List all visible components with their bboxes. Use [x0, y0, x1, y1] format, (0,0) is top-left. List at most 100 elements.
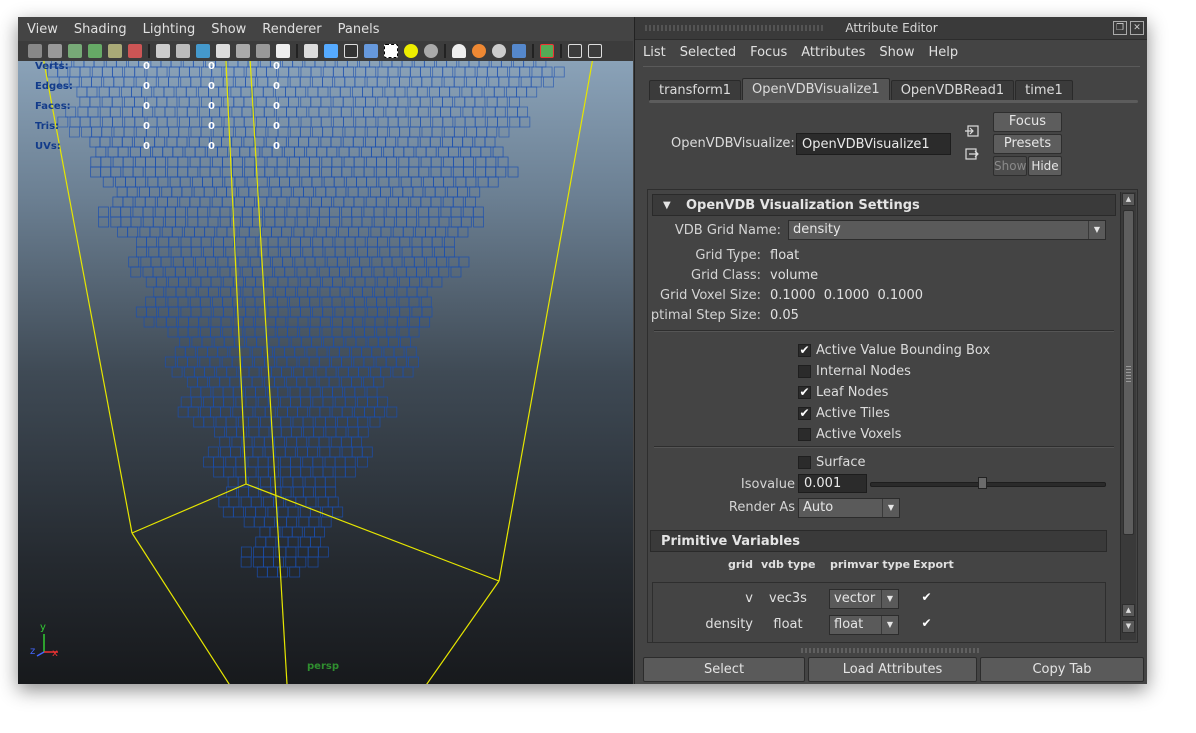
- menu-attributes[interactable]: Attributes: [793, 45, 871, 60]
- voxel-cell: [325, 186, 337, 198]
- section-header-primitive-variables[interactable]: Primitive Variables: [650, 530, 1107, 552]
- all-lights-icon[interactable]: [424, 44, 438, 58]
- isolate-select-icon[interactable]: [540, 44, 554, 58]
- load-attributes-button[interactable]: Load Attributes: [808, 657, 977, 682]
- focus-button[interactable]: Focus: [993, 112, 1062, 132]
- presets-button[interactable]: Presets: [993, 134, 1062, 154]
- internal-nodes-checkbox[interactable]: [798, 365, 811, 378]
- viewport-menu-panels[interactable]: Panels: [329, 22, 387, 37]
- textured-icon[interactable]: [344, 44, 358, 58]
- scroll-up-icon[interactable]: ▲: [1122, 604, 1135, 617]
- voxel-cell: [313, 426, 325, 438]
- voxel-cell: [314, 476, 326, 488]
- focus-output-icon[interactable]: [965, 148, 979, 160]
- section-header-visualization[interactable]: ▼ OpenVDB Visualization Settings: [652, 194, 1116, 216]
- backface-icon[interactable]: [256, 44, 270, 58]
- focus-input-icon[interactable]: [965, 125, 979, 137]
- voxel-cell: [464, 116, 476, 128]
- select-camera-icon[interactable]: [28, 44, 42, 58]
- pane-resize-grip[interactable]: [801, 648, 981, 653]
- voxel-cell: [431, 126, 443, 138]
- viewport-menu-renderer[interactable]: Renderer: [253, 22, 328, 37]
- attributes-scroll-area[interactable]: ▼ OpenVDB Visualization Settings VDB Gri…: [647, 189, 1138, 643]
- tab-time1[interactable]: time1: [1015, 80, 1073, 101]
- isovalue-slider-track[interactable]: [870, 482, 1106, 487]
- shaded-cube-icon[interactable]: [324, 44, 338, 58]
- active-tiles-checkbox[interactable]: ✔: [798, 407, 811, 420]
- motion-blur-icon[interactable]: [492, 44, 506, 58]
- hud-label-faces: Faces:: [35, 101, 71, 112]
- xray-icon[interactable]: [216, 44, 230, 58]
- drag-grip[interactable]: [645, 25, 825, 31]
- attributes-scrollbar[interactable]: ▲ ▲ ▼: [1120, 192, 1136, 640]
- viewport-menu-view[interactable]: View: [18, 22, 65, 37]
- primvar-type-select[interactable]: vector ▼: [829, 589, 899, 609]
- voxel-cell: [396, 216, 407, 228]
- voxel-cell: [329, 206, 340, 218]
- menu-help[interactable]: Help: [921, 45, 965, 60]
- show-button[interactable]: Show: [993, 156, 1027, 176]
- voxel-cell: [431, 76, 443, 88]
- voxel-cell: [152, 216, 164, 228]
- voxel-cell: [315, 186, 327, 198]
- viewport-menu-show[interactable]: Show: [202, 22, 253, 37]
- leaf-nodes-checkbox[interactable]: ✔: [798, 386, 811, 399]
- surface-checkbox[interactable]: [798, 456, 811, 469]
- tab-openvdbvisualize1[interactable]: OpenVDBVisualize1: [742, 78, 890, 101]
- xray-joints-icon[interactable]: [236, 44, 250, 58]
- smooth-shade-icon[interactable]: [176, 44, 190, 58]
- active-voxels-checkbox[interactable]: [798, 428, 811, 441]
- voxel-cell: [215, 61, 227, 68]
- grid-name-select[interactable]: density ▼: [788, 220, 1106, 240]
- camera-attributes-icon[interactable]: [48, 44, 62, 58]
- tab-openvdbread1[interactable]: OpenVDBRead1: [890, 80, 1015, 101]
- select-button[interactable]: Select: [643, 657, 805, 682]
- film-gate-icon[interactable]: [128, 44, 142, 58]
- voxel-cell: [341, 356, 353, 368]
- copy-tab-button[interactable]: Copy Tab: [980, 657, 1144, 682]
- wireframe-icon[interactable]: [156, 44, 170, 58]
- primvar-export-checkbox[interactable]: ✔: [920, 591, 933, 605]
- lights-icon[interactable]: [364, 44, 378, 58]
- voxel-cell: [231, 136, 243, 148]
- checker-icon[interactable]: [384, 44, 398, 58]
- bookmark-icon[interactable]: [68, 44, 82, 58]
- grid-toggle-icon[interactable]: [108, 44, 122, 58]
- voxel-cell: [241, 376, 253, 388]
- scrollbar-thumb[interactable]: [1123, 210, 1134, 535]
- menu-list[interactable]: List: [635, 45, 672, 60]
- close-icon[interactable]: ✕: [1130, 21, 1144, 35]
- four-view-icon[interactable]: [588, 44, 602, 58]
- single-view-icon[interactable]: [568, 44, 582, 58]
- viewport-menu-lighting[interactable]: Lighting: [134, 22, 203, 37]
- active-value-bbox-checkbox[interactable]: ✔: [798, 344, 811, 357]
- use-default-material-icon[interactable]: [304, 44, 318, 58]
- voxel-cell: [361, 216, 373, 228]
- screen-space-ao-icon[interactable]: [472, 44, 486, 58]
- render-as-select[interactable]: Auto ▼: [798, 498, 900, 518]
- float-window-icon[interactable]: ❐: [1113, 21, 1127, 35]
- isovalue-input[interactable]: 0.001: [798, 474, 867, 493]
- primvar-export-checkbox[interactable]: ✔: [920, 617, 933, 631]
- isovalue-slider-thumb[interactable]: [978, 477, 988, 489]
- antialias-icon[interactable]: [512, 44, 526, 58]
- perspective-viewport[interactable]: View Shading Lighting Show Renderer Pane…: [18, 17, 633, 684]
- wireframe-on-shaded-icon[interactable]: [196, 44, 210, 58]
- voxel-cell: [402, 366, 414, 378]
- menu-selected[interactable]: Selected: [672, 45, 742, 60]
- voxel-cell: [257, 456, 269, 468]
- node-name-input[interactable]: OpenVDBVisualize1: [796, 133, 951, 155]
- hide-button[interactable]: Hide: [1028, 156, 1062, 176]
- viewport-canvas[interactable]: Verts: Edges: Faces: Tris: UVs: 0 0 0 0 …: [18, 61, 633, 684]
- primvar-type-select[interactable]: float ▼: [829, 615, 899, 635]
- menu-focus[interactable]: Focus: [742, 45, 793, 60]
- image-plane-icon[interactable]: [88, 44, 102, 58]
- texture-icon[interactable]: [276, 44, 290, 58]
- shadows-icon[interactable]: [452, 44, 466, 58]
- default-light-icon[interactable]: [404, 44, 418, 58]
- tab-transform1[interactable]: transform1: [649, 80, 742, 101]
- scroll-up-icon[interactable]: ▲: [1122, 193, 1135, 206]
- viewport-menu-shading[interactable]: Shading: [65, 22, 134, 37]
- menu-show[interactable]: Show: [871, 45, 920, 60]
- scroll-down-icon[interactable]: ▼: [1122, 620, 1135, 633]
